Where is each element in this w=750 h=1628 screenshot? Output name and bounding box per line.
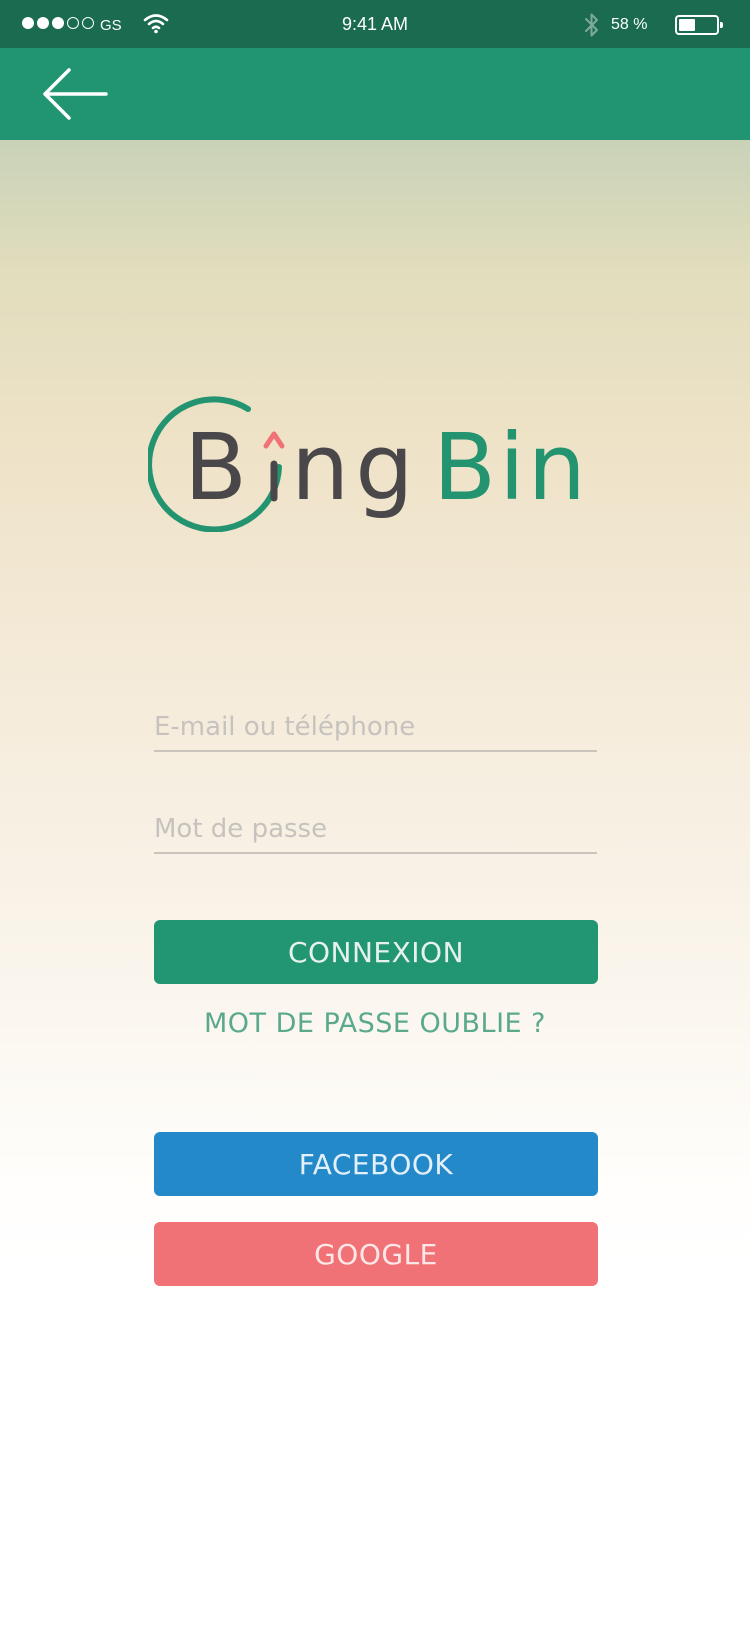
password-field-container [154, 808, 597, 854]
password-field[interactable] [154, 808, 597, 850]
forgot-password-link[interactable]: MOT DE PASSE OUBLIE ? [0, 1008, 750, 1039]
logo-text-bin: Bin [433, 414, 589, 521]
navigation-bar [0, 48, 750, 140]
login-screen: B ng Bin CONNEXION MOT DE PASSE OUBLIE ?… [0, 140, 750, 1628]
battery-icon [675, 15, 723, 35]
back-button[interactable] [36, 64, 116, 124]
google-login-button[interactable]: GOOGLE [154, 1222, 598, 1286]
arrow-left-icon [43, 68, 108, 120]
logo-letter-b: B [184, 414, 247, 521]
battery-percentage: 58 % [611, 16, 648, 33]
facebook-login-button[interactable]: FACEBOOK [154, 1132, 598, 1196]
connexion-button[interactable]: CONNEXION [154, 920, 598, 984]
logo-arrow-icon [263, 431, 285, 449]
email-field[interactable] [154, 706, 597, 748]
email-field-container [154, 706, 597, 752]
bingbin-logo: B ng Bin [148, 396, 589, 532]
status-bar: GS 9:41 AM 58 % [0, 0, 750, 48]
logo-text-ng: ng [291, 414, 420, 521]
bluetooth-icon [583, 11, 601, 44]
